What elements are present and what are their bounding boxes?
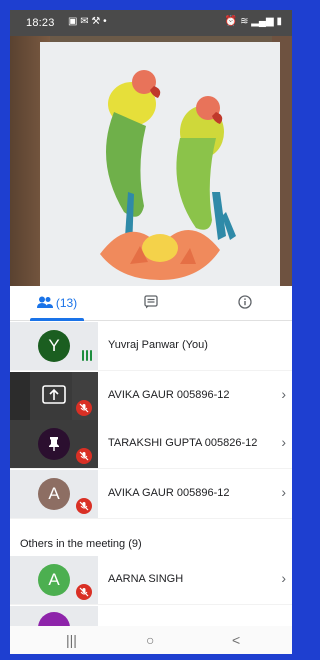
gallery-icon: ▣ <box>68 16 78 27</box>
pin-icon <box>49 437 59 451</box>
status-bar: 18:23 ▣ ✉ ⚒ • ⏰ ≋ ▂▄▆ ▮ <box>10 10 292 36</box>
app-frame: 18:23 ▣ ✉ ⚒ • ⏰ ≋ ▂▄▆ ▮ (13) Y Yuvraj Pa… <box>0 0 298 660</box>
parrot-drawing <box>100 70 236 280</box>
info-icon <box>238 294 252 312</box>
signal-icon: ▂▄▆ <box>251 16 274 27</box>
dot-icon: • <box>103 16 107 27</box>
status-right-icons: ⏰ ≋ ▂▄▆ ▮ <box>225 16 282 27</box>
avatar <box>38 428 70 460</box>
participant-name: Yuvraj Panwar (You) <box>108 339 208 351</box>
avatar: A <box>38 564 70 596</box>
chevron-right-icon[interactable]: › <box>281 386 286 402</box>
participant-row[interactable]: A AVIKA GAUR 005896-12 › <box>10 470 292 519</box>
tab-info[interactable] <box>198 286 292 320</box>
tab-chat[interactable] <box>104 286 198 320</box>
mic-off-icon <box>76 584 92 600</box>
chevron-right-icon[interactable]: › <box>281 570 286 586</box>
status-time: 18:23 <box>26 17 55 29</box>
participant-row[interactable]: TARAKSHI GUPTA 005826-12 › <box>10 420 292 469</box>
recent-apps-button[interactable]: ||| <box>66 632 77 648</box>
participant-row[interactable]: Y Yuvraj Panwar (You) <box>10 322 292 371</box>
home-button[interactable]: ○ <box>146 632 154 648</box>
avatar: Y <box>38 330 70 362</box>
participant-name: AARNA SINGH <box>108 573 184 585</box>
mic-off-icon <box>76 498 92 514</box>
wifi-icon: ≋ <box>240 16 249 27</box>
mic-off-icon <box>76 448 92 464</box>
participant-row[interactable] <box>10 606 292 626</box>
avatar: A <box>38 478 70 510</box>
mic-off-icon <box>76 400 92 416</box>
tab-active-indicator <box>30 318 84 321</box>
back-button[interactable]: < <box>232 632 240 648</box>
status-left-icons: ▣ ✉ ⚒ • <box>68 16 107 27</box>
participant-name: AVIKA GAUR 005896-12 <box>108 487 230 499</box>
tab-people-count: (13) <box>55 296 78 310</box>
mail-icon: ✉ <box>80 16 89 27</box>
tab-people[interactable]: (13) <box>10 286 104 320</box>
tool-icon: ⚒ <box>91 16 101 27</box>
others-section-title: Others in the meeting (9) <box>20 538 142 550</box>
chat-icon <box>144 294 158 312</box>
battery-icon: ▮ <box>276 16 282 27</box>
video-feed[interactable] <box>10 36 292 286</box>
alarm-icon: ⏰ <box>224 16 238 27</box>
people-icon <box>36 296 53 311</box>
participant-row[interactable]: A AARNA SINGH › <box>10 556 292 605</box>
participant-row[interactable]: AVIKA GAUR 005896-12 › <box>10 372 292 421</box>
speaking-indicator-icon <box>82 350 92 361</box>
chevron-right-icon[interactable]: › <box>281 484 286 500</box>
panel-tabs: (13) <box>10 286 292 321</box>
participant-name: TARAKSHI GUPTA 005826-12 <box>108 437 258 449</box>
chevron-right-icon[interactable]: › <box>281 434 286 450</box>
participants-panel: (13) Y Yuvraj Panwar (You) AVIKA GAUR 00… <box>10 286 292 626</box>
participant-name: AVIKA GAUR 005896-12 <box>108 389 230 401</box>
system-nav-bar: ||| ○ < <box>10 626 292 654</box>
